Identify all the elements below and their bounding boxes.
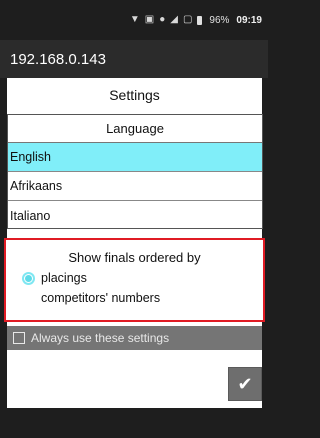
always-use-settings-row[interactable]: Always use these settings xyxy=(7,326,262,350)
radio-label-placings: placings xyxy=(41,271,87,285)
do-not-disturb-icon: ● xyxy=(159,14,166,25)
signal-icon: ◢ xyxy=(170,14,178,25)
no-sim-icon: ▢ xyxy=(182,14,193,25)
battery-percentage: 96% xyxy=(209,14,230,26)
dialog-title: Settings xyxy=(109,87,160,103)
radio-label-competitors-numbers: competitors' numbers xyxy=(41,291,161,305)
clock-time: 09:19 xyxy=(236,14,262,26)
wifi-signal-icon: ▼ xyxy=(129,14,140,25)
ok-button[interactable]: ✔ xyxy=(228,367,262,401)
language-option-english[interactable]: English xyxy=(8,143,262,172)
status-bar: ▼ ▣ ● ◢ ▢ 96% 09:19 xyxy=(0,0,268,40)
bottom-bar xyxy=(0,408,268,438)
app-bar-title: 192.168.0.143 xyxy=(10,50,106,68)
settings-dialog: Settings Language English Afrikaans Ital… xyxy=(4,78,265,408)
always-use-checkbox[interactable] xyxy=(13,332,25,344)
image-icon: ▣ xyxy=(144,14,155,25)
language-header: Language xyxy=(8,115,262,143)
radio-option-competitors-numbers[interactable]: competitors' numbers xyxy=(6,288,263,308)
language-option-italiano[interactable]: Italiano xyxy=(8,201,262,230)
radio-option-placings[interactable]: placings xyxy=(6,268,263,288)
radio-button-selected[interactable] xyxy=(22,271,35,285)
language-list: Language English Afrikaans Italiano xyxy=(7,114,263,229)
finals-order-title: Show finals ordered by xyxy=(68,249,201,265)
language-option-afrikaans[interactable]: Afrikaans xyxy=(8,172,262,201)
checkmark-icon: ✔ xyxy=(237,373,253,394)
radio-dot-icon xyxy=(25,274,32,282)
always-use-label: Always use these settings xyxy=(31,331,170,345)
app-bar: 192.168.0.143 xyxy=(0,40,268,78)
finals-order-group: Show finals ordered by placings competit… xyxy=(4,238,265,322)
battery-icon xyxy=(197,15,203,25)
